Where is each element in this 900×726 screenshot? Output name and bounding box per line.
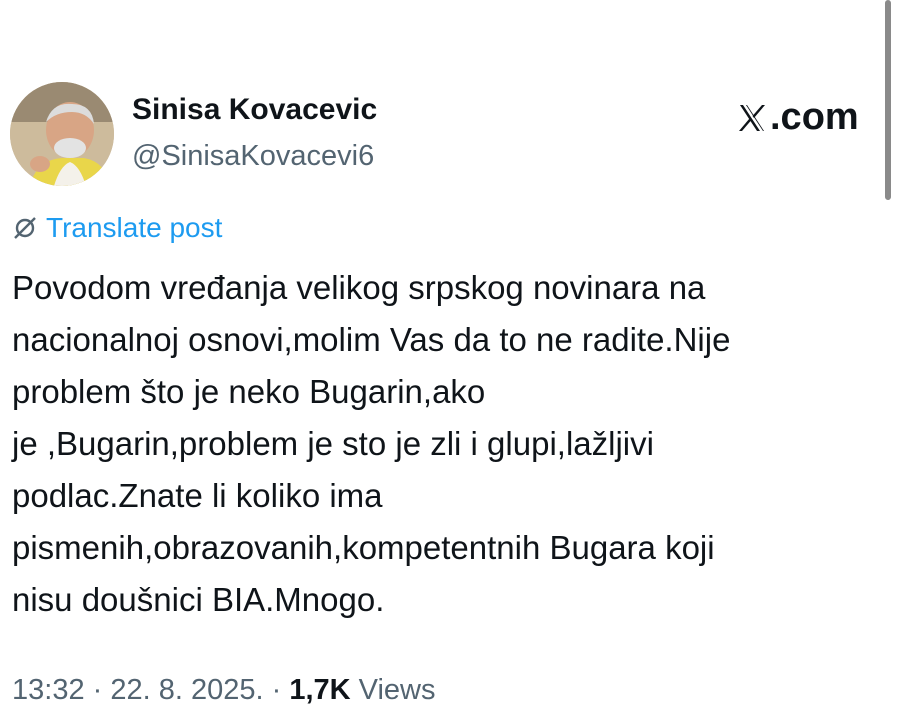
post-text: Povodom vređanja velikog srpskog novinar… — [12, 262, 872, 626]
post-text-line: je ,Bugarin,problem je sto je zli i glup… — [12, 425, 654, 462]
translate-post-label[interactable]: Translate post — [46, 212, 222, 244]
translate-post-link[interactable]: Translate post — [12, 212, 222, 244]
post-text-line: Povodom vređanja velikog srpskog novinar… — [12, 269, 706, 306]
author-name[interactable]: Sinisa Kovacevic — [132, 93, 377, 127]
meta-separator: · — [263, 674, 290, 706]
views-count[interactable]: 1,7K — [289, 674, 350, 706]
avatar-photo — [10, 82, 114, 186]
avatar[interactable] — [10, 82, 114, 186]
views-label: Views — [350, 674, 436, 706]
post-date[interactable]: 22. 8. 2025. — [110, 674, 263, 706]
post-text-line: podlac.Znate li koliko ima — [12, 477, 383, 514]
post-meta: 13:32 · 22. 8. 2025. · 1,7K Views — [12, 674, 435, 707]
meta-separator: · — [84, 674, 111, 706]
post-text-line: problem što je neko Bugarin,ako — [12, 373, 486, 410]
post-text-line: nisu doušnici BIA.Mnogo. — [12, 581, 385, 618]
scrollbar[interactable] — [885, 0, 891, 200]
brand-text: .com — [770, 96, 859, 138]
x-logo-icon — [739, 104, 765, 131]
post-time[interactable]: 13:32 — [12, 674, 85, 706]
post-text-line: nacionalnoj osnovi,molim Vas da to ne ra… — [12, 321, 731, 358]
author-handle[interactable]: @SinisaKovacevi6 — [132, 140, 374, 173]
brand-watermark: .com — [736, 96, 859, 139]
globe-slash-icon — [14, 217, 36, 239]
post-text-line: pismenih,obrazovanih,kompetentnih Bugara… — [12, 529, 715, 566]
